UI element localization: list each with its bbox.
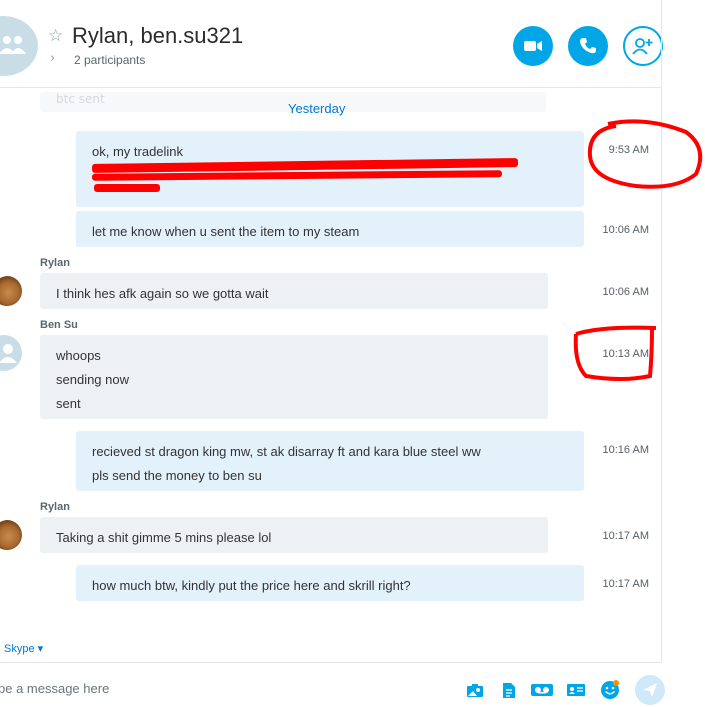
message-input[interactable]: pe a message here (0, 681, 109, 696)
message-time: 10:16 AM (602, 444, 649, 456)
person-icon (0, 344, 17, 363)
sender-name: Ben Su (40, 319, 78, 331)
conversation-title[interactable]: Rylan, ben.su321 (72, 23, 243, 49)
message-time: 10:17 AM (602, 530, 649, 542)
group-avatar-icon (0, 36, 26, 54)
send-image-button[interactable] (466, 682, 484, 698)
red-circle-annotation (587, 119, 703, 189)
sender-name: Rylan (40, 257, 70, 269)
video-message-button[interactable] (530, 682, 554, 698)
send-contact-button[interactable] (566, 682, 586, 698)
message-line: Taking a shit gimme 5 mins please lol (56, 530, 272, 545)
red-scribble-redaction (94, 184, 160, 192)
panel-divider (661, 0, 662, 707)
video-message-icon (531, 684, 553, 696)
group-avatar[interactable] (0, 16, 38, 76)
message-bubble[interactable]: Taking a shit gimme 5 mins please lol (40, 517, 548, 553)
message-time: 10:06 AM (602, 224, 649, 236)
message-time: 10:06 AM (602, 286, 649, 298)
file-icon (503, 682, 515, 698)
message-time: 10:17 AM (602, 578, 649, 590)
sender-name: Rylan (40, 501, 70, 513)
emoticon-icon (601, 680, 619, 699)
avatar[interactable] (0, 520, 22, 550)
avatar[interactable] (0, 335, 22, 371)
message-line: sent (56, 396, 81, 411)
message-bubble[interactable]: whoops sending now sent (40, 335, 548, 419)
chevron-right-icon[interactable]: › (50, 51, 55, 66)
message-line: whoops (56, 348, 101, 363)
message-line: I think hes afk again so we gotta wait (56, 286, 269, 301)
message-bubble[interactable]: recieved st dragon king mw, st ak disarr… (76, 431, 584, 491)
video-call-button[interactable] (513, 26, 553, 66)
red-circle-annotation (573, 325, 657, 381)
message-bubble[interactable]: I think hes afk again so we gotta wait (40, 273, 548, 309)
message-bubble[interactable]: let me know when u sent the item to my s… (76, 211, 584, 247)
add-person-icon (632, 38, 653, 55)
message-line: recieved st dragon king mw, st ak disarr… (92, 444, 481, 459)
message-line: let me know when u sent the item to my s… (92, 224, 360, 239)
add-participant-button[interactable] (623, 26, 663, 66)
message-line: pls send the money to ben su (92, 468, 262, 483)
skype-dropdown[interactable]: Skype ▾ (4, 642, 43, 655)
participants-count[interactable]: 2 participants (74, 53, 145, 67)
emoticon-button[interactable] (600, 680, 620, 700)
message-line: how much btw, kindly put the price here … (92, 578, 411, 593)
audio-call-button[interactable] (568, 26, 608, 66)
send-button[interactable] (635, 675, 665, 705)
avatar[interactable] (0, 276, 22, 306)
conversation-header: ☆ Rylan, ben.su321 › 2 participants (0, 0, 663, 88)
message-composer: pe a message here (0, 662, 665, 707)
send-file-button[interactable] (500, 682, 518, 698)
message-bubble[interactable]: how much btw, kindly put the price here … (76, 565, 584, 601)
send-icon (643, 683, 657, 697)
message-line: sending now (56, 372, 129, 387)
video-call-icon (524, 41, 542, 51)
phone-icon (580, 38, 596, 54)
contact-card-icon (567, 684, 585, 696)
image-icon (467, 683, 483, 697)
star-icon[interactable]: ☆ (48, 26, 63, 46)
date-divider: Yesterday (288, 101, 346, 116)
